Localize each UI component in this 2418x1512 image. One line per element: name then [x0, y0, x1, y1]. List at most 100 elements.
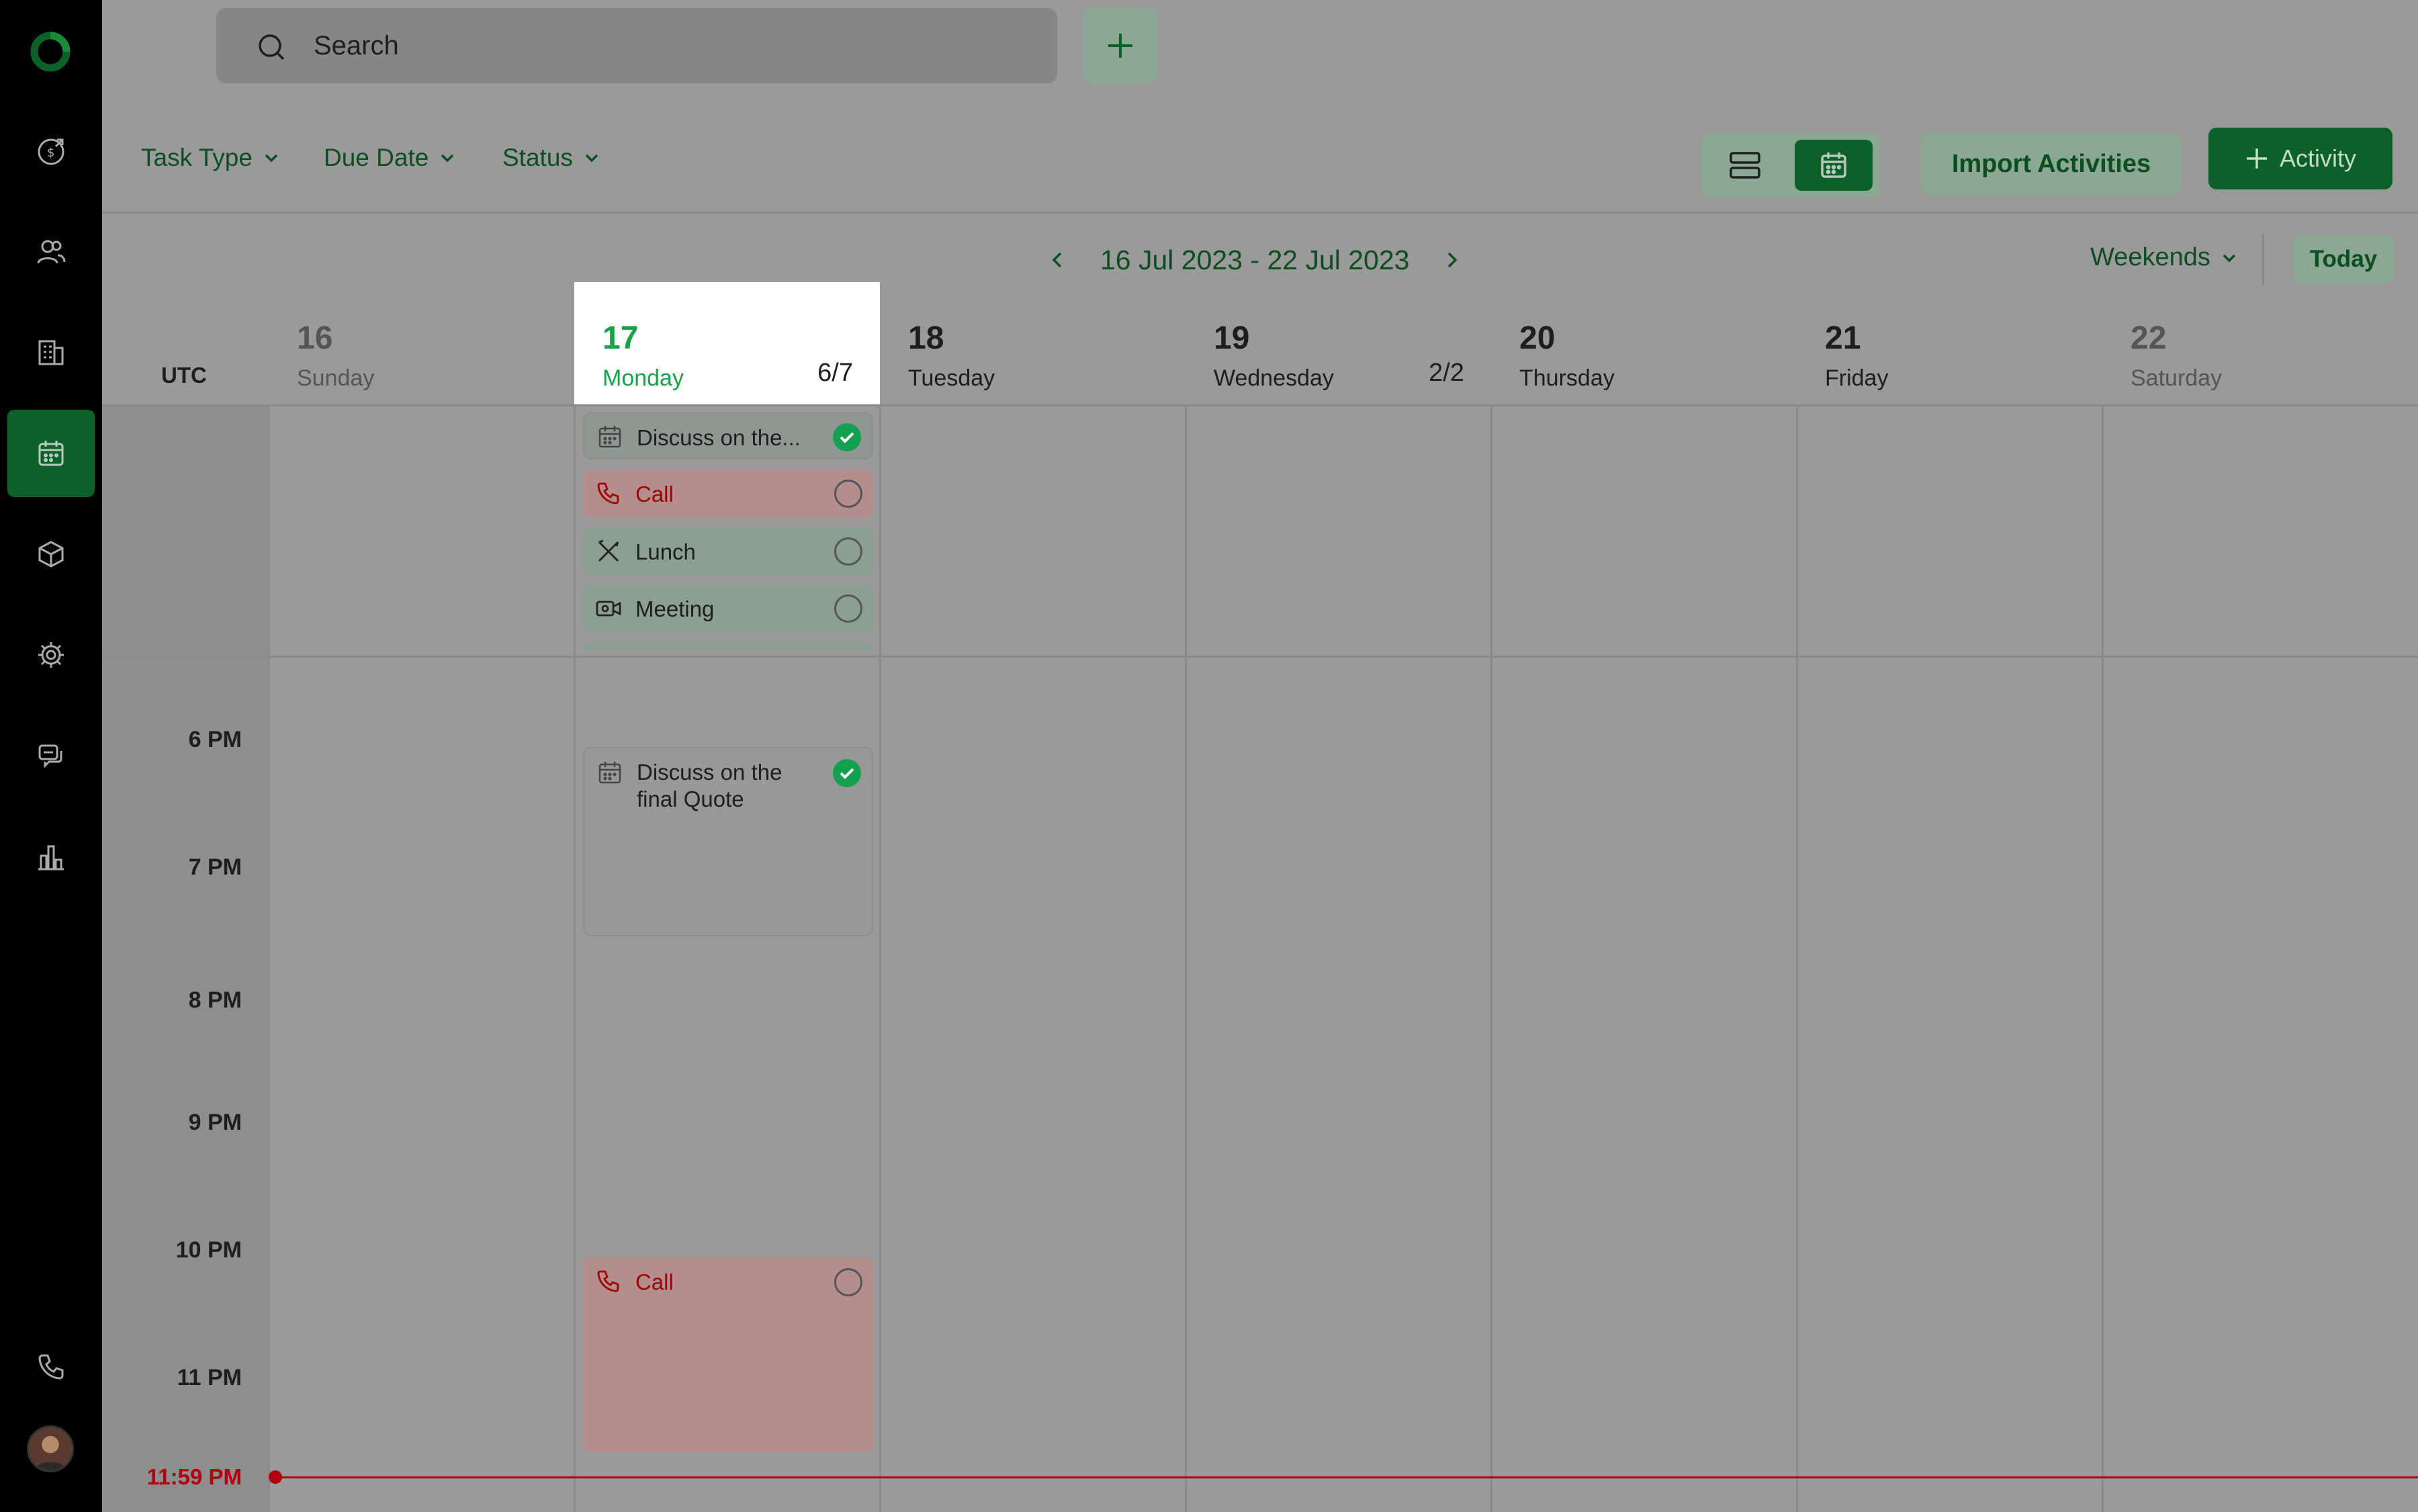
import-activities-button[interactable]: Import Activities — [1921, 133, 2182, 195]
app-logo[interactable] — [30, 31, 71, 73]
allday-event[interactable]: Call — [583, 470, 873, 518]
date-range-nav: 16 Jul 2023 - 22 Jul 2023 — [1048, 243, 1462, 277]
search-placeholder: Search — [314, 31, 399, 60]
current-time-line — [275, 1476, 2418, 1478]
event-title: Discuss on the... — [637, 425, 801, 450]
completed-check-icon[interactable] — [833, 759, 861, 787]
date-range-label: 16 Jul 2023 - 22 Jul 2023 — [1100, 244, 1410, 275]
add-activity-label: Activity — [2279, 144, 2356, 172]
chevron-down-icon — [585, 154, 598, 163]
divider — [1796, 404, 1798, 1512]
day-number: 20 — [1519, 320, 1556, 356]
day-number: 18 — [908, 320, 944, 356]
task-type-filter[interactable]: Task Type — [141, 144, 281, 172]
sidebar-item-activities[interactable] — [7, 410, 95, 497]
divider — [102, 404, 2418, 406]
divider — [2262, 234, 2264, 285]
weekends-label: Weekends — [2090, 243, 2210, 271]
sidebar-item-contacts[interactable] — [7, 208, 95, 296]
hour-label: 9 PM — [188, 1110, 242, 1135]
allday-event[interactable]: Meeting — [583, 585, 873, 632]
status-circle-icon[interactable] — [834, 537, 862, 566]
status-circle-icon[interactable] — [834, 594, 862, 623]
sidebar-item-deals[interactable]: $ — [7, 107, 95, 195]
chevron-down-icon — [441, 154, 454, 163]
timezone-label: UTC — [161, 363, 207, 388]
divider — [574, 404, 576, 1512]
time-column — [102, 404, 268, 1512]
day-header-friday[interactable]: 21 Friday — [1797, 282, 2102, 404]
dollar-arrow-icon: $ — [38, 138, 64, 165]
gear-icon — [38, 642, 64, 668]
chevron-right-icon[interactable] — [1441, 250, 1462, 270]
day-number: 16 — [297, 320, 333, 356]
weekends-dropdown[interactable]: Weekends — [2090, 243, 2239, 272]
phone-icon — [597, 1270, 619, 1292]
svg-text:$: $ — [47, 146, 54, 160]
chevron-left-icon[interactable] — [1048, 250, 1068, 270]
day-header-thursday[interactable]: 20 Thursday — [1491, 282, 1797, 404]
sidebar-item-companies[interactable] — [7, 309, 95, 396]
day-number: 21 — [1825, 320, 1861, 356]
day-number: 22 — [2131, 320, 2167, 356]
divider — [268, 404, 270, 1512]
list-view-button[interactable] — [1711, 140, 1779, 191]
due-date-filter[interactable]: Due Date — [324, 144, 457, 172]
status-circle-icon[interactable] — [834, 1268, 862, 1296]
day-number: 19 — [1214, 320, 1250, 356]
timed-event[interactable]: Call — [583, 1257, 873, 1452]
day-header-tuesday[interactable]: 18 Tuesday — [880, 282, 1185, 404]
status-circle-icon[interactable] — [834, 480, 862, 508]
user-avatar-icon — [29, 1427, 72, 1470]
calendar-icon — [38, 441, 64, 466]
day-header-monday[interactable]: 17 Monday 6/7 — [574, 282, 880, 404]
calendar-icon — [1821, 152, 1846, 178]
allday-event[interactable]: Lunch — [583, 528, 873, 575]
divider — [102, 656, 2418, 658]
status-filter[interactable]: Status — [502, 144, 601, 172]
calendar-icon — [598, 426, 621, 448]
sidebar-item-messages[interactable] — [7, 712, 95, 799]
current-time-label: 11:59 PM — [146, 1464, 242, 1489]
timed-event[interactable]: Discuss on the final Quote — [583, 747, 873, 936]
search-icon — [259, 34, 285, 60]
event-title: Call — [635, 482, 674, 506]
day-name: Saturday — [2131, 365, 2223, 391]
day-header-saturday[interactable]: 22 Saturday — [2102, 282, 2408, 404]
video-icon — [596, 601, 621, 617]
today-button[interactable]: Today — [2293, 235, 2394, 283]
calendar-view-button[interactable] — [1795, 140, 1873, 191]
allday-event[interactable]: Discuss on the... — [583, 412, 873, 459]
sidebar-item-products[interactable] — [7, 510, 95, 598]
status-label: Status — [502, 144, 573, 171]
hour-label: 8 PM — [188, 987, 242, 1013]
sidebar-item-settings[interactable] — [7, 611, 95, 699]
add-activity-button[interactable]: Activity — [2208, 128, 2392, 189]
event-title: Lunch — [635, 539, 696, 564]
day-name: Sunday — [297, 365, 375, 391]
divider — [1185, 404, 1187, 1512]
due-date-label: Due Date — [324, 144, 429, 171]
completed-check-icon[interactable] — [833, 423, 861, 451]
task-type-label: Task Type — [141, 144, 253, 171]
phone-icon — [597, 482, 619, 504]
plus-icon — [1108, 34, 1132, 58]
users-icon — [37, 240, 66, 264]
chevron-down-icon — [265, 154, 278, 163]
task-count: 2/2 — [1429, 359, 1464, 387]
day-number: 17 — [602, 320, 639, 356]
allday-event-overflow[interactable] — [583, 642, 873, 649]
box-icon — [38, 541, 64, 568]
day-name: Monday — [602, 365, 684, 391]
day-header-sunday[interactable]: 16 Sunday — [269, 282, 574, 404]
day-header-wednesday[interactable]: 19 Wednesday 2/2 — [1185, 282, 1491, 404]
event-title: Discuss on the final Quote — [637, 760, 782, 811]
day-name: Thursday — [1519, 365, 1615, 391]
event-title: Meeting — [635, 596, 715, 621]
search-input[interactable]: Search — [216, 8, 1057, 83]
day-name: Friday — [1825, 365, 1889, 391]
event-title: Call — [635, 1270, 674, 1294]
day-name: Wednesday — [1214, 365, 1334, 391]
add-button[interactable] — [1083, 8, 1157, 83]
avatar[interactable] — [27, 1425, 74, 1472]
